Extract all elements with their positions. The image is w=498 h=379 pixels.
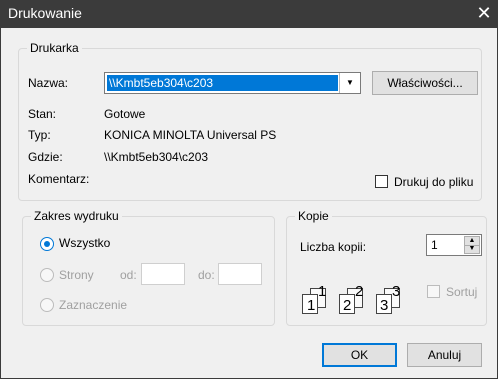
window-title: Drukowanie	[8, 5, 82, 21]
range-all-radio[interactable]	[40, 237, 54, 251]
page-number: 2	[343, 297, 352, 314]
comment-label: Komentarz:	[28, 172, 90, 186]
page-number: 1	[318, 283, 327, 300]
collate-checkbox[interactable]	[427, 285, 440, 298]
printer-name-value: \\Kmbt5eb304\c203	[107, 75, 338, 91]
chevron-down-icon[interactable]: ▼	[339, 73, 360, 93]
where-value: \\Kmbt5eb304\c203	[104, 150, 209, 164]
status-value: Gotowe	[104, 107, 146, 121]
range-pages-label: Strony	[59, 268, 94, 282]
range-all-label: Wszystko	[59, 236, 111, 250]
copies-spin-buttons: ▲ ▼	[464, 236, 480, 254]
copies-count-value: 1	[431, 238, 438, 252]
range-from-label: od:	[120, 268, 137, 282]
page-number: 2	[355, 283, 364, 300]
status-label: Stan:	[28, 107, 57, 121]
page-number: 1	[307, 297, 316, 314]
printer-name-label: Nazwa:	[28, 76, 69, 90]
print-to-file-checkbox[interactable]	[375, 175, 388, 188]
range-to-label: do:	[198, 268, 215, 282]
ok-button[interactable]: OK	[322, 343, 397, 367]
printer-legend: Drukarka	[27, 41, 82, 55]
where-label: Gdzie:	[28, 150, 63, 164]
copies-count-stepper[interactable]: 1 ▲ ▼	[426, 234, 482, 256]
range-selection-label: Zaznaczenie	[59, 298, 128, 312]
print-to-file-label: Drukuj do pliku	[394, 175, 474, 189]
page-number: 3	[392, 283, 401, 300]
close-icon[interactable]: ✕	[474, 3, 494, 23]
copies-count-label: Liczba kopii:	[300, 240, 367, 254]
collate-label: Sortuj	[446, 285, 478, 299]
range-to-input[interactable]	[218, 263, 262, 285]
range-from-input[interactable]	[141, 263, 185, 285]
range-selection-radio[interactable]	[40, 298, 54, 312]
print-range-legend: Zakres wydruku	[31, 209, 122, 223]
spin-down-icon[interactable]: ▼	[465, 245, 479, 253]
printer-name-combo[interactable]: \\Kmbt5eb304\c203 ▼	[104, 72, 361, 94]
cancel-button[interactable]: Anuluj	[407, 343, 482, 367]
copies-legend: Kopie	[295, 209, 332, 223]
range-pages-radio[interactable]	[40, 268, 54, 282]
title-bar: Drukowanie ✕	[0, 0, 498, 28]
type-value: KONICA MINOLTA Universal PS	[104, 128, 277, 142]
type-label: Typ:	[28, 128, 51, 142]
page-number: 3	[380, 297, 389, 314]
properties-button[interactable]: Właściwości...	[372, 71, 478, 95]
